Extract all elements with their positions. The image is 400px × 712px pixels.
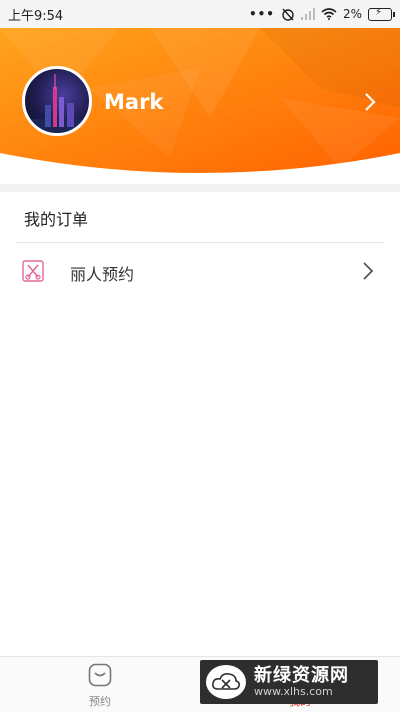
- status-bar: 上午9:54 ••• 2% ⚡: [0, 0, 400, 28]
- status-icons: ••• 2% ⚡: [248, 7, 395, 21]
- avatar[interactable]: [22, 66, 92, 136]
- wifi-icon: [321, 8, 337, 20]
- chevron-right-icon: [363, 262, 374, 280]
- battery-percent: 2%: [342, 7, 362, 21]
- signal-icon: [300, 8, 315, 20]
- cloud-logo-icon: [206, 665, 246, 699]
- status-time: 上午9:54: [8, 8, 64, 24]
- more-dots-icon: •••: [248, 7, 275, 21]
- scissors-comb-icon: [22, 260, 44, 282]
- alarm-off-icon: [282, 8, 294, 21]
- chevron-right-icon[interactable]: [360, 90, 380, 114]
- appointment-face-icon: [88, 663, 112, 687]
- profile-header[interactable]: Mark: [0, 28, 400, 180]
- tab-appointment[interactable]: 预约: [0, 657, 200, 712]
- tab-label: 预约: [89, 695, 111, 708]
- order-item-label: 丽人预约: [70, 265, 135, 284]
- order-item-beauty-appointment[interactable]: 丽人预约: [0, 243, 400, 299]
- watermark-url: www.xlhs.com: [254, 684, 333, 698]
- watermark-title: 新绿资源网: [254, 665, 349, 687]
- username: Mark: [104, 90, 164, 114]
- orders-section-title: 我的订单: [24, 210, 89, 229]
- watermark: 新绿资源网 www.xlhs.com: [200, 660, 378, 704]
- battery-charging-icon: ⚡: [368, 7, 395, 21]
- section-divider: [0, 184, 400, 192]
